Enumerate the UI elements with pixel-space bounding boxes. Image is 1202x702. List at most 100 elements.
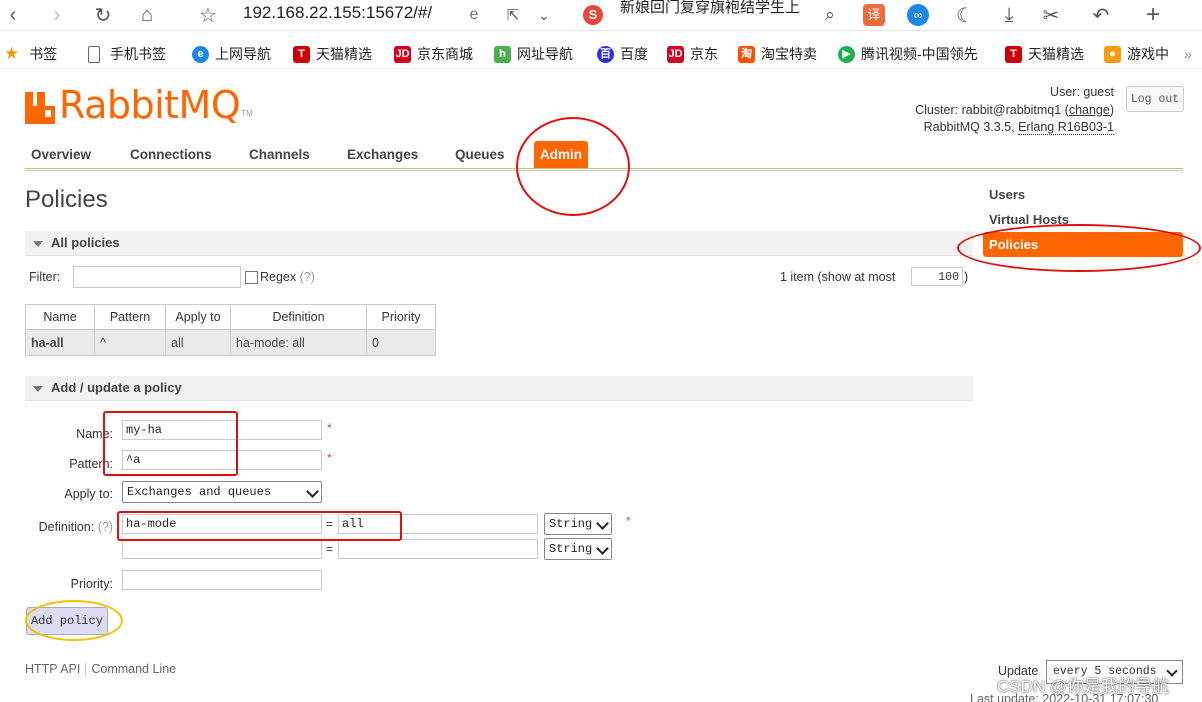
tab-title: 新娘回门复穿旗袍结学生上 <box>620 0 801 16</box>
phone-icon <box>88 45 100 63</box>
definition-value-input[interactable] <box>338 539 538 559</box>
rabbit-logo-icon <box>25 90 55 124</box>
bookmark-item[interactable]: ● 游戏中 <box>1104 44 1176 64</box>
column-header-name[interactable]: Name <box>25 304 95 330</box>
translate-icon[interactable]: 译 <box>861 2 887 28</box>
annotation-circle-admin <box>516 117 630 216</box>
bookmark-item[interactable]: 手机书签 <box>88 44 166 64</box>
back-icon[interactable]: ‹ <box>0 2 26 28</box>
definition-help-link[interactable]: (?) <box>98 520 113 534</box>
bookmark-star-icon[interactable]: ☆ <box>195 2 221 28</box>
tab-channels[interactable]: Channels <box>243 141 316 169</box>
jd-icon: JD <box>394 45 411 63</box>
browser-toolbar: ‹ › ↻ ⌂ ☆ 192.168.22.155:15672/#/ e ⇱ ⌄ … <box>0 0 1202 31</box>
night-mode-icon[interactable]: ☾ <box>952 2 978 28</box>
pattern-label: Pattern: <box>69 457 113 471</box>
share-icon[interactable]: ⇱ <box>500 2 526 28</box>
page-title: Policies <box>25 186 108 213</box>
http-api-link[interactable]: HTTP API <box>25 662 80 676</box>
regex-help-link[interactable]: (?) <box>300 270 315 284</box>
forward-icon[interactable]: › <box>44 2 70 28</box>
collapse-triangle-icon <box>33 385 43 392</box>
bookmark-item[interactable]: JD 京东商城 <box>394 44 473 64</box>
address-bar[interactable]: 192.168.22.155:15672/#/ <box>243 3 432 23</box>
screenshot-icon[interactable]: ✂ <box>1038 2 1064 28</box>
column-header-pattern[interactable]: Pattern <box>94 304 166 330</box>
bookmark-item[interactable]: ▶ 腾讯视频-中国领先 <box>838 44 993 64</box>
footer-links: HTTP API Command Line <box>25 662 176 677</box>
erlang-version: Erlang R16B03-1 <box>1018 120 1114 135</box>
search-icon[interactable]: ⌕ <box>817 2 843 28</box>
collapse-triangle-icon <box>33 240 43 247</box>
command-line-link[interactable]: Command Line <box>91 662 176 676</box>
logout-button[interactable]: Log out <box>1126 86 1184 112</box>
change-cluster-link[interactable]: change <box>1069 103 1110 117</box>
game-icon: ● <box>1104 45 1121 63</box>
undo-icon[interactable]: ↶ <box>1088 2 1114 28</box>
bookmark-item[interactable]: T 天猫精选 <box>293 44 372 64</box>
bookmark-item[interactable]: h 网址导航 <box>494 44 573 64</box>
logo-text: RabbitMQ <box>59 83 241 127</box>
annotation-box-name-pattern <box>103 411 238 476</box>
policy-definition-cell: ha-mode: all <box>230 329 367 356</box>
chevron-down-icon[interactable]: ⌄ <box>531 2 557 28</box>
regex-label: Regex <box>260 270 297 284</box>
column-header-apply-to[interactable]: Apply to <box>165 304 231 330</box>
download-icon[interactable]: ⤓ <box>996 2 1022 28</box>
all-policies-header[interactable]: All policies <box>25 231 973 256</box>
bookmark-item[interactable]: T 天猫精选 <box>1005 44 1084 64</box>
tab-overview[interactable]: Overview <box>25 141 97 169</box>
tmall-icon: T <box>293 45 310 63</box>
cluster-name: rabbit@rabbitmq1 <box>961 102 1062 117</box>
annotation-box-definition <box>117 511 402 541</box>
policy-apply-cell: all <box>165 329 231 356</box>
tab-connections[interactable]: Connections <box>124 141 218 169</box>
tab-queues[interactable]: Queues <box>449 141 511 169</box>
bookmark-item[interactable]: 百 百度 <box>597 44 648 64</box>
definition-key-input[interactable] <box>122 539 322 559</box>
rabbitmq-logo[interactable]: RabbitMQ TM <box>25 84 253 124</box>
column-header-definition[interactable]: Definition <box>230 304 367 330</box>
tencent-video-icon: ▶ <box>838 45 855 63</box>
page-size-input[interactable]: 100 <box>911 267 963 286</box>
chevron-down-icon <box>596 517 609 530</box>
extension-icon[interactable]: ∞ <box>905 2 931 28</box>
column-header-priority[interactable]: Priority <box>366 304 436 330</box>
table-row[interactable]: ha-all ^ all ha-mode: all 0 <box>25 329 436 356</box>
bookmark-item[interactable]: ★ 书签 <box>4 44 57 64</box>
username: guest <box>1083 85 1114 99</box>
name-label: Name: <box>76 427 113 441</box>
baidu-icon: 百 <box>597 45 614 63</box>
chevron-down-icon <box>306 485 319 498</box>
regex-checkbox[interactable] <box>245 271 258 284</box>
add-policy-header[interactable]: Add / update a policy <box>25 376 973 401</box>
definition-type-select[interactable]: String <box>544 513 612 535</box>
definition-type-select[interactable]: String <box>544 538 612 560</box>
watermark: CSDN @你是我的导航 <box>997 677 1170 696</box>
sidenav-users[interactable]: Users <box>983 182 1183 207</box>
bookmark-item[interactable]: JD 京东 <box>667 44 718 64</box>
new-tab-icon[interactable]: + <box>1140 1 1166 28</box>
required-marker: * <box>626 514 631 528</box>
reload-icon[interactable]: ↻ <box>90 2 116 28</box>
bookmark-item[interactable]: e 上网导航 <box>192 44 271 64</box>
ie-icon: e <box>192 45 209 63</box>
policy-pattern-cell: ^ <box>94 329 166 356</box>
filter-input[interactable] <box>73 266 241 288</box>
search-engine-icon[interactable]: S <box>580 2 606 28</box>
taobao-icon: 淘 <box>738 45 755 63</box>
apply-to-select[interactable]: Exchanges and queues <box>122 481 322 503</box>
tab-exchanges[interactable]: Exchanges <box>341 141 424 169</box>
user-info: User: guest Cluster: rabbit@rabbitmq1 (c… <box>915 85 1114 135</box>
chevron-down-icon <box>596 542 609 555</box>
tmall-icon: T <box>1005 45 1022 63</box>
bookmark-item[interactable]: 淘 淘宝特卖 <box>738 44 817 64</box>
priority-label: Priority: <box>70 577 113 591</box>
more-bookmarks-icon[interactable]: » <box>1184 44 1192 64</box>
priority-input[interactable] <box>122 570 322 590</box>
policy-name-cell[interactable]: ha-all <box>25 329 95 356</box>
ie-mode-icon[interactable]: e <box>461 2 487 28</box>
definition-label: Definition: (?) <box>38 520 113 534</box>
policies-table: Name Pattern Apply to Definition Priorit… <box>25 304 436 356</box>
home-icon[interactable]: ⌂ <box>134 2 160 28</box>
